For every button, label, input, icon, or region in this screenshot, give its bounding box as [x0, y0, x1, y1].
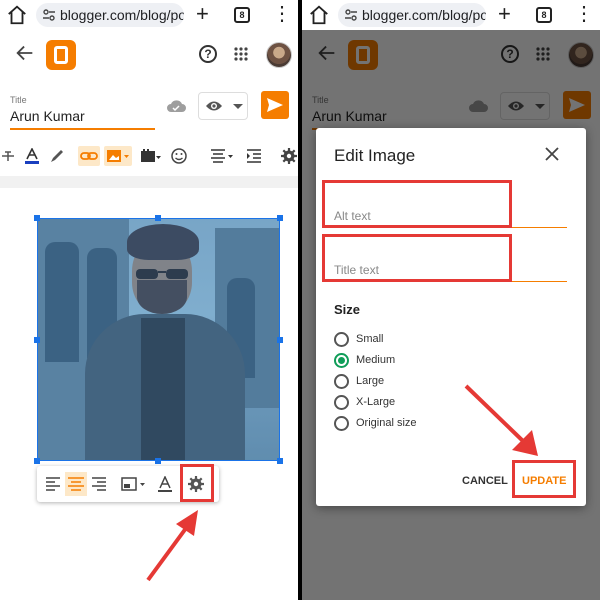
chevron-down-icon [233, 104, 243, 109]
browser-bar: blogger.com/blog/pos + 8 ⋮ [0, 0, 298, 30]
account-avatar[interactable] [266, 42, 292, 68]
left-screenshot-panel: blogger.com/blog/pos + 8 ⋮ ? Title Arun … [0, 0, 298, 600]
cancel-button[interactable]: CANCEL [462, 475, 508, 487]
video-icon[interactable] [140, 148, 162, 164]
radio-label-small: Small [356, 333, 384, 345]
browser-bar: blogger.com/blog/pos + 8 ⋮ [302, 0, 600, 30]
blogger-header: ? [0, 30, 298, 78]
back-arrow-icon[interactable] [14, 42, 36, 64]
address-bar[interactable]: blogger.com/blog/pos [338, 3, 486, 27]
url-text: blogger.com/blog/pos [362, 7, 486, 23]
align-left-icon[interactable] [45, 476, 61, 492]
resize-handle[interactable] [155, 458, 161, 464]
apps-grid-icon[interactable] [234, 47, 248, 61]
address-bar[interactable]: blogger.com/blog/pos [36, 3, 184, 27]
new-tab-icon[interactable]: + [196, 2, 209, 26]
caption-text-icon[interactable] [157, 476, 173, 492]
highlight-pen-icon[interactable] [49, 148, 65, 164]
annotation-highlight-box [322, 234, 512, 282]
right-screenshot-panel: blogger.com/blog/pos + 8 ⋮ ? Title Arun … [302, 0, 600, 600]
title-input[interactable]: Arun Kumar [10, 108, 155, 130]
url-text: blogger.com/blog/pos [60, 7, 184, 23]
preview-button[interactable] [198, 92, 248, 120]
site-settings-icon[interactable] [344, 8, 358, 22]
image-size-icon[interactable] [121, 476, 147, 492]
align-center-icon [68, 477, 84, 491]
radio-label-x-large: X-Large [356, 396, 396, 408]
tab-switcher-button[interactable]: 8 [234, 7, 250, 23]
send-icon [267, 98, 283, 112]
tab-switcher-button[interactable]: 8 [536, 7, 552, 23]
align-icon[interactable] [210, 148, 234, 164]
settings-gear-icon[interactable] [281, 148, 297, 164]
radio-original-size[interactable] [334, 416, 349, 431]
insert-image-button[interactable] [104, 146, 132, 166]
home-icon[interactable] [308, 4, 330, 26]
align-center-button[interactable] [65, 472, 87, 496]
title-label: Title [10, 95, 27, 105]
annotation-highlight-box [180, 464, 214, 502]
edit-image-dialog: Edit Image Alt text Title text Size Smal… [316, 128, 586, 506]
resize-handle[interactable] [155, 215, 161, 221]
text-color-icon[interactable] [24, 148, 40, 164]
more-menu-icon[interactable]: ⋮ [574, 4, 594, 24]
resize-handle[interactable] [34, 337, 40, 343]
radio-medium[interactable] [334, 353, 349, 368]
help-icon[interactable]: ? [199, 45, 217, 63]
eye-icon [206, 101, 222, 111]
strikethrough-icon[interactable] [2, 148, 14, 164]
cloud-saved-icon [167, 100, 186, 112]
annotation-arrow [146, 510, 198, 582]
resize-handle[interactable] [277, 215, 283, 221]
radio-label-large: Large [356, 375, 385, 387]
link-button[interactable] [78, 146, 100, 166]
indent-icon[interactable] [246, 148, 262, 164]
annotation-highlight-box [512, 460, 576, 498]
image-selection-frame [37, 218, 280, 461]
new-tab-icon[interactable]: + [498, 2, 511, 26]
blogger-logo[interactable] [46, 40, 76, 70]
link-icon [80, 152, 98, 160]
post-title-field[interactable]: Title Arun Kumar [10, 90, 155, 130]
size-label: Size [334, 302, 361, 317]
resize-handle[interactable] [34, 215, 40, 221]
formatting-toolbar [0, 140, 298, 172]
resize-handle[interactable] [34, 458, 40, 464]
align-right-icon[interactable] [91, 476, 107, 492]
more-menu-icon[interactable]: ⋮ [272, 4, 292, 24]
radio-large[interactable] [334, 374, 349, 389]
annotation-highlight-box [322, 180, 512, 228]
dialog-title: Edit Image [334, 146, 416, 165]
radio-small[interactable] [334, 332, 349, 347]
close-icon[interactable] [544, 146, 560, 162]
emoji-icon[interactable] [171, 148, 187, 164]
resize-handle[interactable] [277, 337, 283, 343]
annotation-arrow [464, 384, 538, 456]
publish-button[interactable] [261, 91, 289, 119]
home-icon[interactable] [6, 4, 28, 26]
radio-x-large[interactable] [334, 395, 349, 410]
site-settings-icon[interactable] [42, 8, 56, 22]
toolbar-divider [0, 176, 298, 188]
radio-label-original-size: Original size [356, 417, 417, 429]
radio-label-medium: Medium [356, 354, 396, 366]
image-icon [107, 150, 129, 162]
resize-handle[interactable] [277, 458, 283, 464]
